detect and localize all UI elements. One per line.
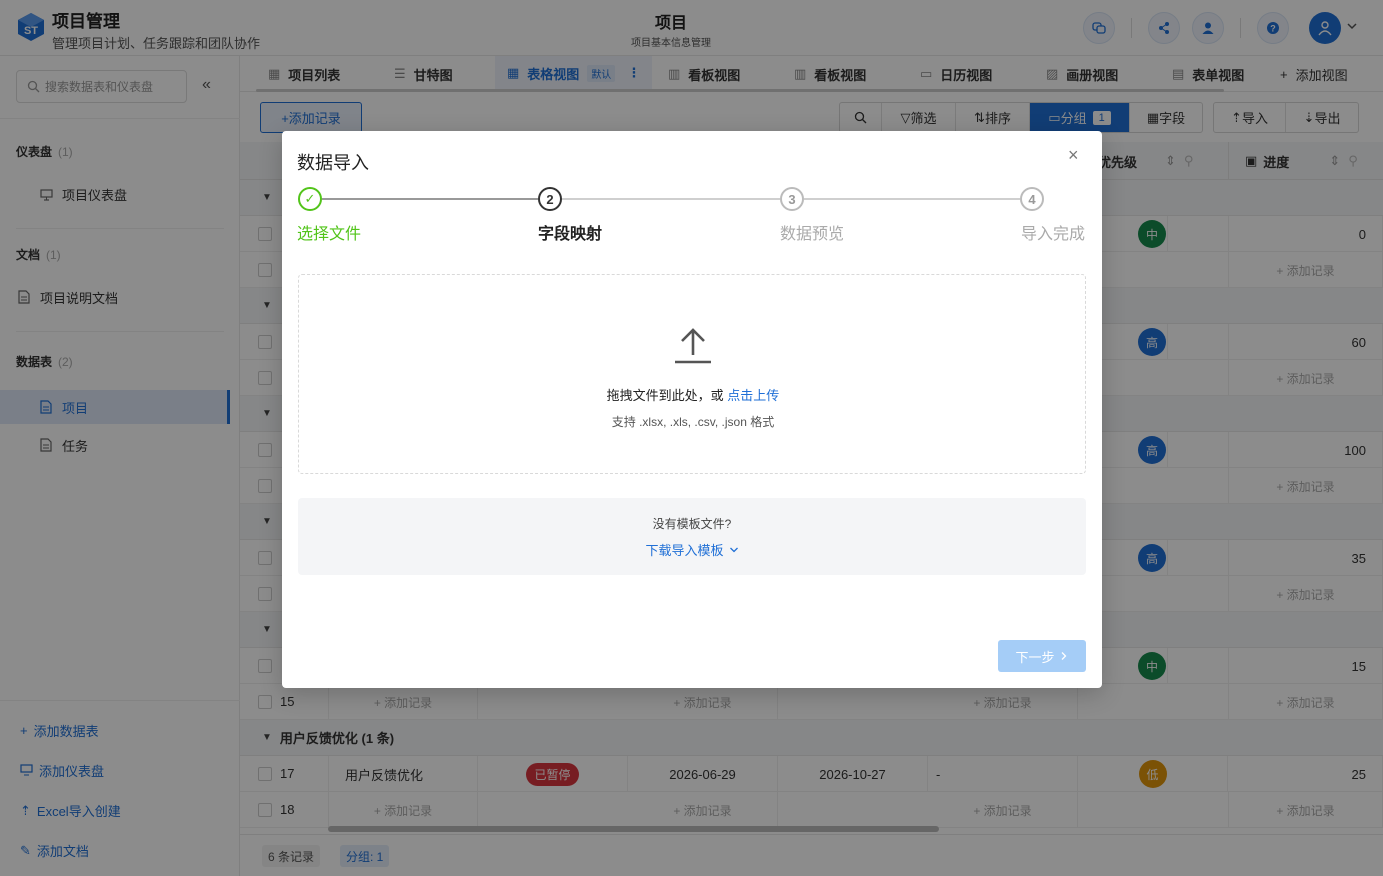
step-2-circle: 2: [538, 187, 562, 211]
step-4-circle: 4: [1020, 187, 1044, 211]
chevron-down-icon: [729, 547, 738, 553]
step-1-check-icon: ✓: [298, 187, 322, 211]
format-hint: 支持 .xlsx, .xls, .csv, .json 格式: [611, 415, 775, 429]
dialog-title: 数据导入: [297, 153, 369, 173]
template-question: 没有模板文件?: [652, 517, 732, 531]
step-1-label: 选择文件: [297, 226, 362, 243]
drop-instructions: 拖拽文件到此处，或 点击上传: [606, 388, 780, 403]
download-template-link[interactable]: 下载导入模板: [298, 540, 1086, 559]
file-dropzone[interactable]: 拖拽文件到此处，或 点击上传 支持 .xlsx, .xls, .csv, .js…: [298, 274, 1086, 474]
upload-icon: [675, 328, 711, 364]
step-3-circle: 3: [780, 187, 804, 211]
step-2-label: 字段映射: [538, 226, 603, 243]
click-upload-link[interactable]: 点击上传: [727, 388, 779, 403]
step-4-label: 导入完成: [1021, 226, 1086, 243]
template-section: 没有模板文件? 下载导入模板: [298, 498, 1086, 575]
next-step-button[interactable]: 下一步: [998, 640, 1086, 672]
close-icon[interactable]: ×: [1068, 145, 1079, 166]
import-dialog: 数据导入 × ✓ 2 3 4 选择文件 字段映射 数据预览 导入完成 拖拽文件到…: [282, 131, 1102, 688]
chevron-right-icon: [1061, 652, 1066, 660]
step-3-label: 数据预览: [780, 226, 845, 243]
